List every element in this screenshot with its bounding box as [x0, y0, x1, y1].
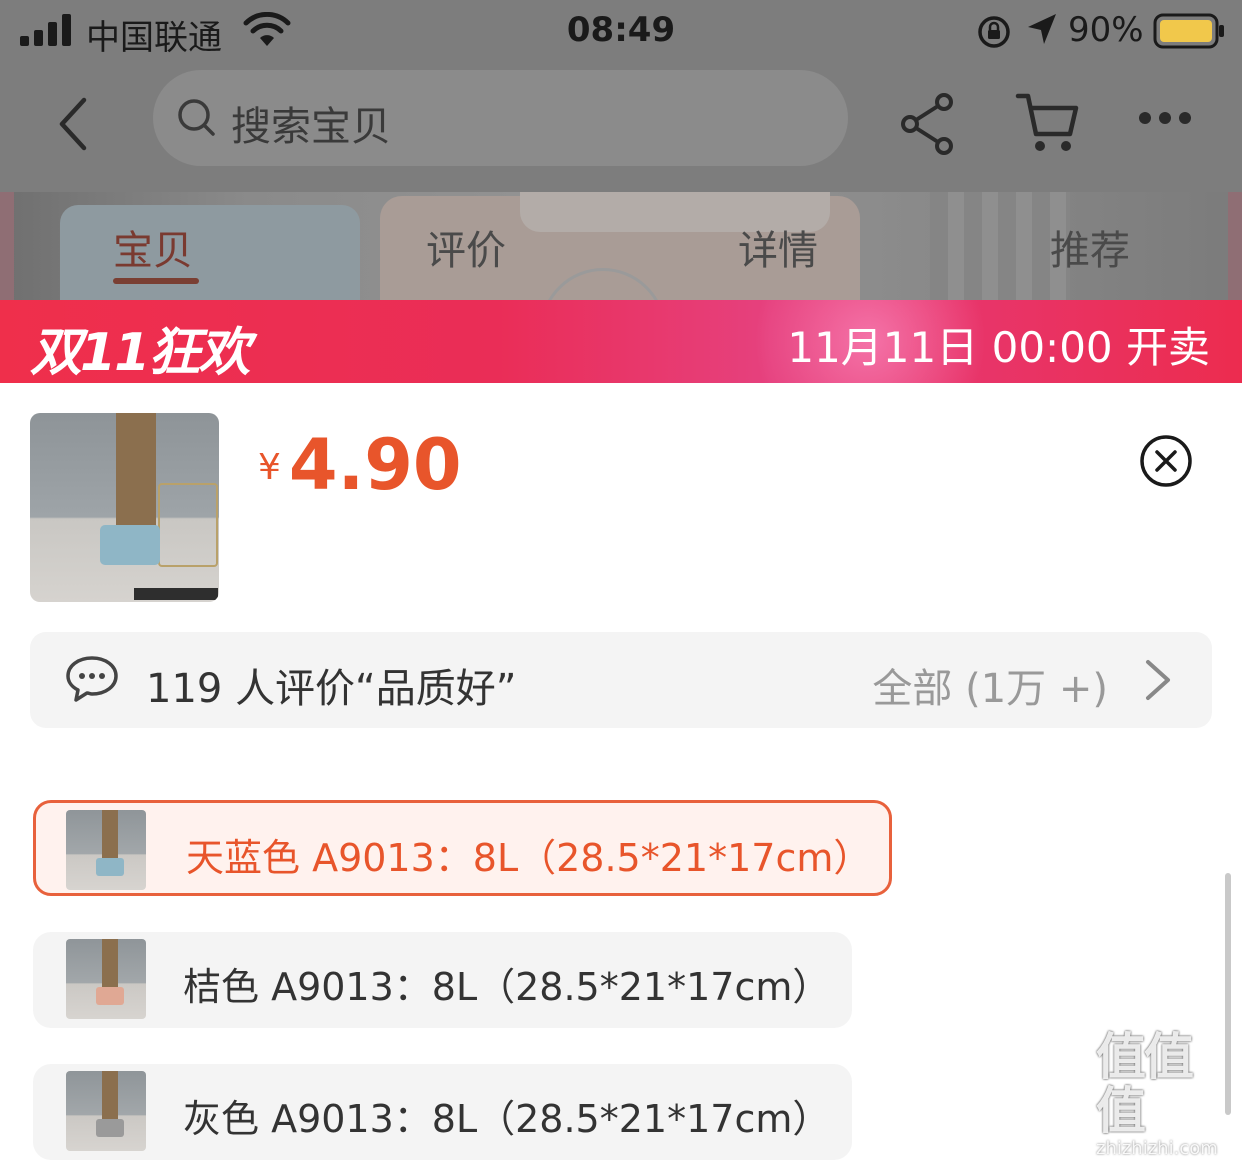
chevron-right-icon — [1146, 660, 1170, 700]
detail-tabs: 宝贝 评价 详情 推荐 — [0, 192, 1242, 300]
review-all-count: 全部 (1万 +) — [872, 666, 1108, 712]
battery-percent: 90% — [1068, 10, 1144, 50]
sku-label: 灰色 A9013：8L（28.5*21*17cm） — [183, 1097, 831, 1141]
sku-thumb-box — [96, 987, 124, 1005]
sku-thumb-box — [96, 858, 124, 876]
sku-thumb-box — [96, 1119, 124, 1137]
sku-label: 桔色 A9013：8L（28.5*21*17cm） — [183, 965, 831, 1009]
background-page: 中国联通 08:49 90% 搜索宝贝 宝贝 评价 详情 推荐 — [0, 0, 1242, 300]
tab-details[interactable]: 详情 — [738, 218, 818, 276]
review-summary-bar[interactable]: 119 人评价“品质好” 全部 (1万 +) — [30, 632, 1212, 728]
watermark: 值值值 zhizhizhi.com — [1096, 1030, 1236, 1159]
more-icon[interactable] — [1138, 110, 1192, 126]
sku-thumbnail — [66, 810, 146, 890]
sku-thumbnail — [66, 939, 146, 1019]
product-price: ¥4.90 — [258, 424, 462, 506]
sku-option[interactable]: 灰色 A9013：8L（28.5*21*17cm） — [33, 1064, 852, 1160]
thumb-side-table — [158, 483, 218, 567]
rotation-lock-icon — [978, 16, 1010, 48]
close-icon[interactable] — [1139, 434, 1193, 488]
location-icon — [1028, 14, 1056, 44]
search-bar[interactable]: 搜索宝贝 — [153, 70, 848, 166]
tab-active-indicator — [113, 278, 199, 284]
promo-banner: 双11狂欢 11月11日 00:00 开卖 — [0, 300, 1242, 383]
comment-icon — [66, 656, 118, 702]
status-bar: 中国联通 08:49 90% — [0, 0, 1242, 62]
price-currency: ¥ — [258, 447, 281, 488]
nav-bar: 搜索宝贝 — [0, 62, 1242, 192]
sku-option[interactable]: 桔色 A9013：8L（28.5*21*17cm） — [33, 932, 852, 1028]
thumb-caption-strip — [134, 588, 218, 600]
back-icon[interactable] — [46, 94, 106, 154]
watermark-url: zhizhizhi.com — [1096, 1138, 1218, 1159]
tab-recommend[interactable]: 推荐 — [1050, 218, 1130, 276]
review-summary-text: 119 人评价“品质好” — [146, 666, 517, 712]
sku-label: 天蓝色 A9013：8L（28.5*21*17cm） — [186, 836, 872, 880]
promo-logo: 双11狂欢 — [30, 323, 250, 383]
promo-date: 11月11日 00:00 开卖 — [787, 323, 1210, 372]
share-icon[interactable] — [898, 92, 956, 156]
sku-thumbnail — [66, 1071, 146, 1151]
cart-icon[interactable] — [1014, 90, 1080, 156]
sku-option[interactable]: 天蓝色 A9013：8L（28.5*21*17cm） — [33, 800, 892, 896]
search-icon — [178, 99, 215, 136]
battery-icon — [1153, 13, 1224, 49]
search-placeholder: 搜索宝贝 — [231, 104, 391, 150]
thumb-box — [100, 525, 160, 565]
watermark-logo: 值值值 — [1096, 1028, 1194, 1140]
tab-reviews[interactable]: 评价 — [426, 218, 506, 276]
price-value: 4.90 — [288, 424, 462, 506]
tab-item[interactable]: 宝贝 — [113, 218, 193, 276]
product-thumbnail[interactable] — [30, 413, 219, 602]
